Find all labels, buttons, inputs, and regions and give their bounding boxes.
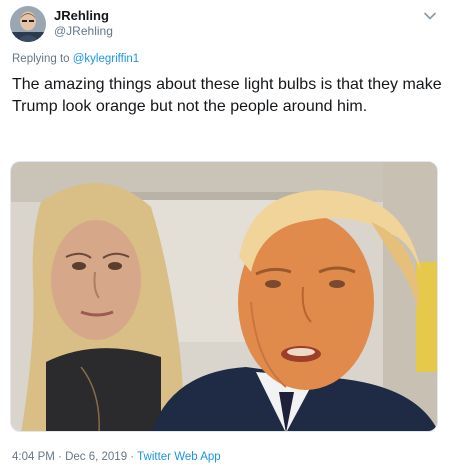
user-avatar-icon [10, 6, 46, 42]
tweet-photo[interactable] [10, 161, 438, 432]
chevron-down-icon[interactable] [424, 12, 436, 20]
replying-prefix: Replying to [12, 53, 70, 65]
tweet-card: JRehling @JRehling Replying to @kylegrif… [0, 0, 450, 471]
avatar[interactable] [10, 6, 46, 42]
tweet-time[interactable]: 4:04 PM [12, 451, 55, 463]
tweet-text: The amazing things about these light bul… [12, 76, 442, 115]
tweet-date[interactable]: Dec 6, 2019 [65, 451, 127, 463]
replying-to: Replying to @kylegriffin1 [12, 53, 139, 65]
user-handle[interactable]: @JRehling [54, 24, 113, 38]
reply-mention-link[interactable]: @kylegriffin1 [73, 53, 139, 65]
meta-separator: · [130, 451, 135, 463]
photo-image [11, 162, 437, 431]
tweet-meta: 4:04 PM · Dec 6, 2019 · Twitter Web App [12, 451, 221, 463]
tweet-source-link[interactable]: Twitter Web App [137, 451, 221, 463]
display-name[interactable]: JRehling [54, 8, 109, 23]
meta-separator: · [58, 451, 62, 463]
